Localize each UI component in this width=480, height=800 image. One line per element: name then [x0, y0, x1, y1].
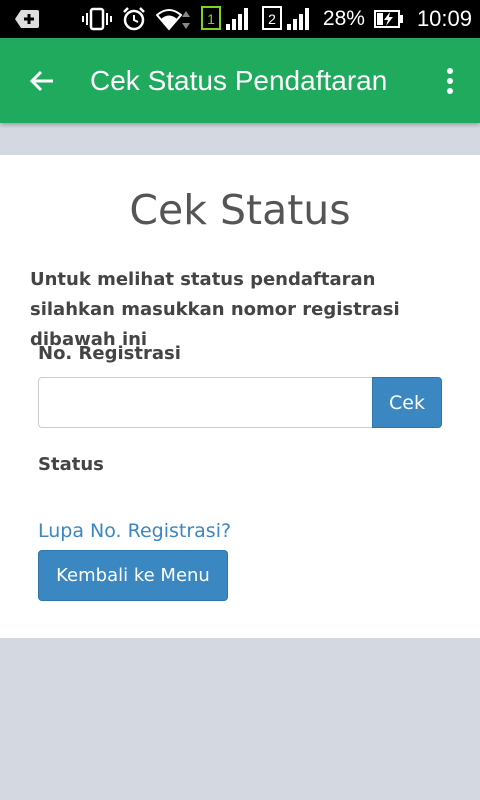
arrow-left-icon	[29, 70, 53, 91]
clock: 10:09	[416, 6, 472, 31]
vibrate-icon	[81, 7, 112, 31]
cek-button[interactable]: Cek	[372, 377, 442, 428]
status-label: Status	[38, 454, 104, 475]
forgot-registration-link[interactable]: Lupa No. Registrasi?	[38, 520, 231, 542]
overflow-menu-button[interactable]	[420, 38, 480, 123]
svg-text:2: 2	[268, 11, 276, 27]
wifi-icon	[155, 7, 192, 31]
registration-number-input[interactable]	[38, 377, 373, 428]
sim2-signal-icon: 2	[261, 6, 314, 32]
back-to-menu-button[interactable]: Kembali ke Menu	[38, 550, 228, 601]
alarm-icon	[121, 6, 147, 32]
battery-charging-icon	[373, 9, 404, 29]
status-bar: 1 2 28% 10:09	[0, 0, 480, 38]
app-bar-title: Cek Status Pendaftaran	[90, 64, 388, 96]
app-bar: Cek Status Pendaftaran	[0, 38, 480, 123]
registration-label: No. Registrasi	[38, 343, 181, 364]
svg-text:1: 1	[207, 11, 215, 27]
back-button[interactable]	[0, 38, 84, 123]
add-notification-icon	[14, 8, 40, 30]
battery-percent: 28%	[322, 7, 365, 30]
page-title: Cek Status	[129, 186, 351, 234]
sim1-signal-icon: 1	[200, 6, 253, 32]
more-vert-icon	[447, 67, 453, 94]
intro-text: Untuk melihat status pendaftaran silahka…	[30, 269, 400, 350]
